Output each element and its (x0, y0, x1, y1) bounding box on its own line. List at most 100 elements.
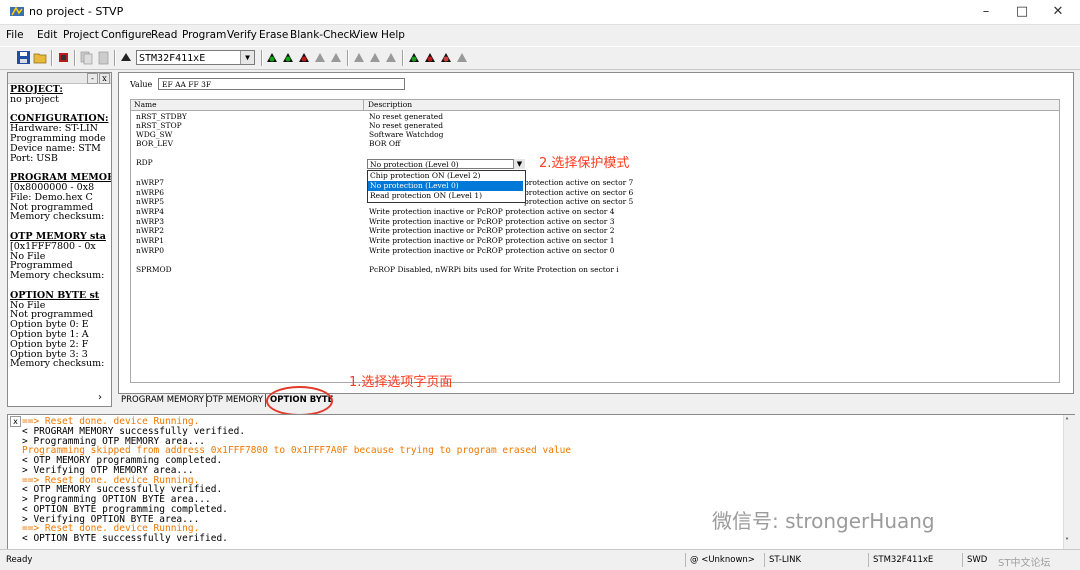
project-info-panel: - x PROJECT: no project CONFIGURATION: Hard… (7, 72, 112, 407)
column-header-description[interactable]: Description (365, 100, 1059, 110)
highlight-circle (266, 386, 333, 416)
option-desc-nwrp7[interactable]: protection active on sector 7 (524, 178, 633, 187)
erase-all-icon[interactable] (384, 50, 399, 65)
memory-tabs: PROGRAM MEMORY OTP MEMORY OPTION BYTE (118, 393, 1072, 409)
annotation-step-1: 1.选择选项字页面 (349, 375, 453, 390)
toolbar: STM32F411xE ▼ (0, 46, 1080, 70)
option-desc-nwrp3[interactable]: Write protection inactive or PcROP prote… (369, 217, 615, 226)
save-icon[interactable] (16, 50, 31, 65)
chevron-down-icon[interactable]: ▼ (513, 159, 525, 169)
option-desc-nwrp4[interactable]: Write protection inactive or PcROP prote… (369, 207, 615, 216)
window-title: no project - STVP (29, 5, 124, 18)
option-desc-nwrp5[interactable]: protection active on sector 5 (524, 197, 633, 206)
option-name-rdp: RDP (136, 158, 153, 167)
menu-read[interactable]: Read (151, 29, 177, 41)
watermark: 微信号: strongerHuang (712, 509, 935, 533)
option-name-nwrp5: nWRP5 (136, 197, 165, 206)
program-current-icon[interactable] (297, 50, 312, 65)
status-tool: ST-LINK (764, 553, 868, 567)
project-info-line: no project (10, 93, 59, 105)
rdp-option[interactable]: No protection (Level 0) (368, 181, 523, 191)
minimize-button[interactable]: – (967, 0, 1005, 24)
menu-help[interactable]: Help (381, 29, 405, 41)
device-select[interactable]: STM32F411xE ▼ (136, 50, 255, 65)
maximize-button[interactable]: □ (1003, 0, 1041, 24)
option-desc-nrst_stop[interactable]: No reset generated (369, 121, 443, 130)
project-info-line: Memory checksum: (10, 211, 105, 223)
tab-program-memory[interactable]: PROGRAM MEMORY (119, 394, 208, 407)
chevron-up-icon[interactable]: ˄ (1065, 417, 1069, 426)
option-desc-nwrp1[interactable]: Write protection inactive or PcROP prote… (369, 236, 615, 245)
forum-watermark: ST中文论坛 (998, 558, 1051, 569)
verify-all-tabs-icon[interactable] (439, 50, 454, 65)
menu-program[interactable]: Program (182, 29, 226, 41)
title-bar: no project - STVP – □ ✕ (0, 0, 1080, 25)
menu-view[interactable]: View (353, 29, 378, 41)
read-all-icon[interactable] (281, 50, 296, 65)
option-desc-nwrp6[interactable]: protection active on sector 6 (524, 188, 633, 197)
blank-check-icon[interactable] (368, 50, 383, 65)
rdp-option[interactable]: Chip protection ON (Level 2) (368, 171, 523, 181)
menu-file[interactable]: File (6, 29, 24, 41)
option-name-nwrp2: nWRP2 (136, 226, 165, 235)
erase-icon[interactable] (352, 50, 367, 65)
menu-edit[interactable]: Edit (37, 29, 57, 41)
chevron-down-icon[interactable]: ˅ (1065, 537, 1069, 546)
open-folder-icon[interactable] (33, 50, 48, 65)
panel-header: - x (8, 73, 111, 84)
option-desc-nwrp0[interactable]: Write protection inactive or PcROP prote… (369, 246, 615, 255)
option-desc-nwrp2[interactable]: Write protection inactive or PcROP prote… (369, 226, 615, 235)
read-all-tabs-icon[interactable] (407, 50, 422, 65)
option-desc-nrst_stdby[interactable]: No reset generated (369, 112, 443, 121)
paste-icon[interactable] (96, 50, 111, 65)
chevron-right-icon[interactable]: › (98, 392, 102, 403)
close-button[interactable]: ✕ (1039, 0, 1077, 24)
option-name-nwrp0: nWRP0 (136, 246, 165, 255)
log-line: < OPTION BYTE successfully verified. (22, 533, 228, 544)
option-name-nwrp7: nWRP7 (136, 178, 165, 187)
rdp-select[interactable]: No protection (Level 0) (367, 159, 524, 169)
log-scrollbar[interactable]: ˄ ˅ (1063, 415, 1075, 549)
option-byte-panel: Value EF AA FF 3F Name Description nRST_… (118, 72, 1074, 394)
option-name-nwrp6: nWRP6 (136, 188, 165, 197)
option-name-sprmod: SPRMOD (136, 265, 172, 274)
chip-config-icon[interactable] (56, 50, 71, 65)
rdp-option[interactable]: Read protection ON (Level 1) (368, 191, 523, 201)
log-close-icon[interactable]: x (10, 416, 21, 427)
option-name-wdg_sw: WDG_SW (136, 130, 173, 139)
read-current-icon[interactable] (265, 50, 280, 65)
project-info-line: Memory checksum: (10, 358, 105, 370)
status-protocol: SWD (962, 553, 996, 567)
option-name-nwrp4: nWRP4 (136, 207, 165, 216)
tab-otp-memory[interactable]: OTP MEMORY (204, 394, 266, 407)
status-bar: Ready @ <Unknown> ST-LINK STM32F411xE SW… (0, 549, 1080, 570)
chevron-down-icon[interactable]: ▼ (240, 51, 254, 64)
copy-icon[interactable] (79, 50, 94, 65)
panel-dock-icon[interactable]: - (87, 73, 98, 84)
grid-header: Name Description (131, 100, 1059, 111)
status-device: STM32F411xE (868, 553, 962, 567)
program-all-tabs-icon[interactable] (423, 50, 438, 65)
option-name-nrst_stop: nRST_STOP (136, 121, 182, 130)
rdp-dropdown-list: Chip protection ON (Level 2) No protectio… (367, 170, 526, 203)
menu-verify[interactable]: Verify (227, 29, 257, 41)
value-field[interactable]: EF AA FF 3F (158, 78, 405, 90)
option-desc-wdg_sw[interactable]: Software Watchdog (369, 130, 443, 139)
left-panel-scrollbar[interactable]: › (7, 392, 112, 406)
erase-all-tabs-icon[interactable] (455, 50, 470, 65)
project-info-line: Port: USB (10, 152, 58, 164)
status-connection: @ <Unknown> (685, 553, 763, 567)
option-desc-sprmod[interactable]: PcROP Disabled, nWRPi bits used for Writ… (369, 265, 619, 274)
option-desc-bor_lev[interactable]: BOR Off (369, 139, 400, 148)
program-all-icon[interactable] (313, 50, 328, 65)
panel-close-icon[interactable]: x (99, 73, 110, 84)
menu-configure[interactable]: Configure (101, 29, 152, 41)
menu-project[interactable]: Project (63, 29, 99, 41)
verify-icon[interactable] (329, 50, 344, 65)
menu-blank-check[interactable]: Blank-Check (290, 29, 355, 41)
column-header-name[interactable]: Name (131, 100, 364, 110)
menu-erase[interactable]: Erase (259, 29, 288, 41)
annotation-step-2: 2.选择保护模式 (539, 156, 630, 171)
option-name-nrst_stdby: nRST_STDBY (136, 112, 187, 121)
project-info-line: Memory checksum: (10, 270, 105, 282)
